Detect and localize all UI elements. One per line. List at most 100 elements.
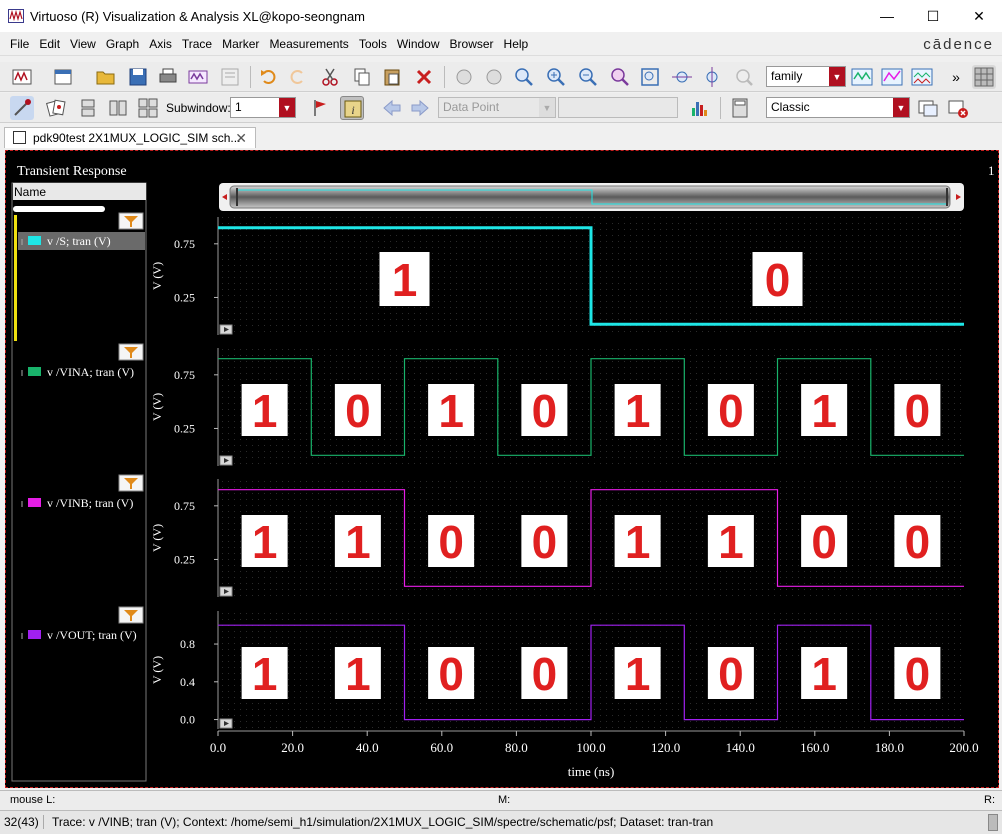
x-tick-label: 200.0	[949, 740, 978, 755]
x-tick-label: 180.0	[875, 740, 904, 755]
y-tick-label: 0.75	[174, 237, 195, 251]
split-icon[interactable]	[910, 65, 934, 89]
menu-marker[interactable]: Marker	[217, 37, 264, 51]
zoom-prev-icon[interactable]	[452, 65, 476, 89]
flag-icon[interactable]	[308, 96, 332, 120]
close-button[interactable]: ✕	[956, 0, 1002, 32]
zoom-icon[interactable]	[512, 65, 536, 89]
annotation-value: 1	[811, 385, 837, 437]
menu-edit[interactable]: Edit	[34, 37, 65, 51]
menu-window[interactable]: Window	[392, 37, 445, 51]
menu-bar: File Edit View Graph Axis Trace Marker M…	[0, 32, 1002, 56]
x-tick-label: 120.0	[651, 740, 680, 755]
menu-file[interactable]: File	[0, 37, 34, 51]
x-tick-label: 140.0	[726, 740, 755, 755]
tab-pdk90test[interactable]: pdk90test 2X1MUX_LOGIC_SIM sch... ✕	[4, 127, 256, 148]
strip-chart-icon[interactable]	[850, 65, 874, 89]
message-status-bar: 32(43) Trace: v /VINB; tran (V); Context…	[0, 810, 1002, 834]
x-scrollbar-thumb[interactable]	[229, 185, 951, 209]
histogram-icon[interactable]	[688, 96, 712, 120]
close-icon[interactable]: ✕	[235, 130, 247, 147]
maximize-button[interactable]: ☐	[910, 0, 956, 32]
zoom-box-icon[interactable]	[700, 65, 724, 89]
menu-view[interactable]: View	[65, 37, 101, 51]
x-tick-label: 100.0	[576, 740, 605, 755]
annotation-value: 0	[905, 516, 931, 568]
subwindow-label: Subwindow:	[166, 101, 231, 115]
grid-layout-icon[interactable]	[972, 65, 996, 89]
arrow-right-icon[interactable]	[408, 96, 432, 120]
menu-axis[interactable]: Axis	[144, 37, 177, 51]
main-toolbar: family ▼ »	[0, 62, 1002, 92]
menu-measurements[interactable]: Measurements	[264, 37, 353, 51]
mouse-status-bar: mouse L: M: R:	[0, 790, 1002, 810]
window-list-icon[interactable]	[916, 96, 940, 120]
annotation-value: 1	[718, 516, 744, 568]
more-icon[interactable]: »	[944, 65, 968, 89]
cut-icon[interactable]	[318, 65, 342, 89]
delete-icon[interactable]	[412, 65, 436, 89]
zoom-in-icon[interactable]	[544, 65, 568, 89]
x-tick-label: 80.0	[505, 740, 528, 755]
zoom-out-icon[interactable]	[576, 65, 600, 89]
schematic-icon	[13, 131, 26, 144]
annotation-value: 0	[718, 385, 744, 437]
data-point-value-field[interactable]	[558, 97, 678, 118]
snapshot-icon[interactable]	[186, 65, 210, 89]
menu-tools[interactable]: Tools	[354, 37, 392, 51]
subwindow-combo[interactable]: 1 ▼	[230, 97, 296, 118]
strip-1: 0.75 0.25 V (V) 1 0	[150, 217, 964, 335]
menu-browser[interactable]: Browser	[445, 37, 499, 51]
mouse-r-label: R:	[984, 794, 995, 806]
family-combo[interactable]: family ▼	[766, 66, 846, 87]
graph-canvas[interactable]: Transient Response 1 Name v /S; tran (V)…	[6, 151, 998, 787]
size-grip[interactable]	[988, 814, 998, 831]
copy-icon[interactable]	[350, 65, 374, 89]
zoom-reset-icon[interactable]	[732, 65, 756, 89]
redo-icon[interactable]	[286, 65, 310, 89]
select-arrow-icon[interactable]	[10, 96, 34, 120]
print-icon[interactable]	[156, 65, 180, 89]
overlay-icon[interactable]	[880, 65, 904, 89]
info-icon[interactable]: i	[340, 96, 364, 120]
scroll-grip-left	[236, 188, 238, 206]
calculator-icon[interactable]	[728, 96, 752, 120]
subwindow-icon[interactable]	[52, 65, 76, 89]
name-header: Name	[14, 185, 46, 199]
style-combo[interactable]: Classic ▼	[766, 97, 910, 118]
strip-2: 0.75 0.25 V (V) 1 0 1 0 1 0 1 0	[150, 348, 964, 466]
menu-trace[interactable]: Trace	[177, 37, 217, 51]
tile-icon[interactable]	[136, 96, 160, 120]
minimize-button[interactable]: —	[864, 0, 910, 32]
vertical-split-icon[interactable]	[106, 96, 130, 120]
horizontal-split-icon[interactable]	[76, 96, 100, 120]
new-window-icon[interactable]	[10, 65, 34, 89]
save-icon[interactable]	[126, 65, 150, 89]
annotation-value: 1	[811, 648, 837, 700]
paste-icon[interactable]	[380, 65, 404, 89]
legend-scroll-thumb[interactable]	[13, 206, 105, 212]
data-point-combo[interactable]: Data Point ▼	[438, 97, 556, 118]
subwindow-combo-value: 1	[235, 100, 242, 114]
message-counter: 32(43)	[4, 815, 44, 829]
undo-icon[interactable]	[256, 65, 280, 89]
window-close-icon[interactable]	[946, 96, 970, 120]
hardcopy-icon[interactable]	[218, 65, 242, 89]
fit-icon[interactable]	[638, 65, 662, 89]
open-folder-icon[interactable]	[94, 65, 118, 89]
status-message: Trace: v /VINB; tran (V); Context: /home…	[52, 815, 714, 829]
graph-window: Transient Response 1 Name v /S; tran (V)…	[5, 150, 999, 788]
trace-name: v /S; tran (V)	[47, 234, 111, 248]
zoom-next-icon[interactable]	[482, 65, 506, 89]
menu-help[interactable]: Help	[499, 37, 534, 51]
annotation-value: 1	[438, 385, 464, 437]
selection-bar	[14, 215, 17, 341]
arrow-left-icon[interactable]	[380, 96, 404, 120]
cards-icon[interactable]	[44, 96, 68, 120]
tab-label: pdk90test 2X1MUX_LOGIC_SIM sch...	[33, 131, 241, 145]
zoom-y-icon[interactable]	[608, 65, 632, 89]
menu-graph[interactable]: Graph	[101, 37, 144, 51]
zoom-x-icon[interactable]	[670, 65, 694, 89]
annotation-value: 1	[252, 516, 278, 568]
annotation-value: 1	[345, 516, 371, 568]
